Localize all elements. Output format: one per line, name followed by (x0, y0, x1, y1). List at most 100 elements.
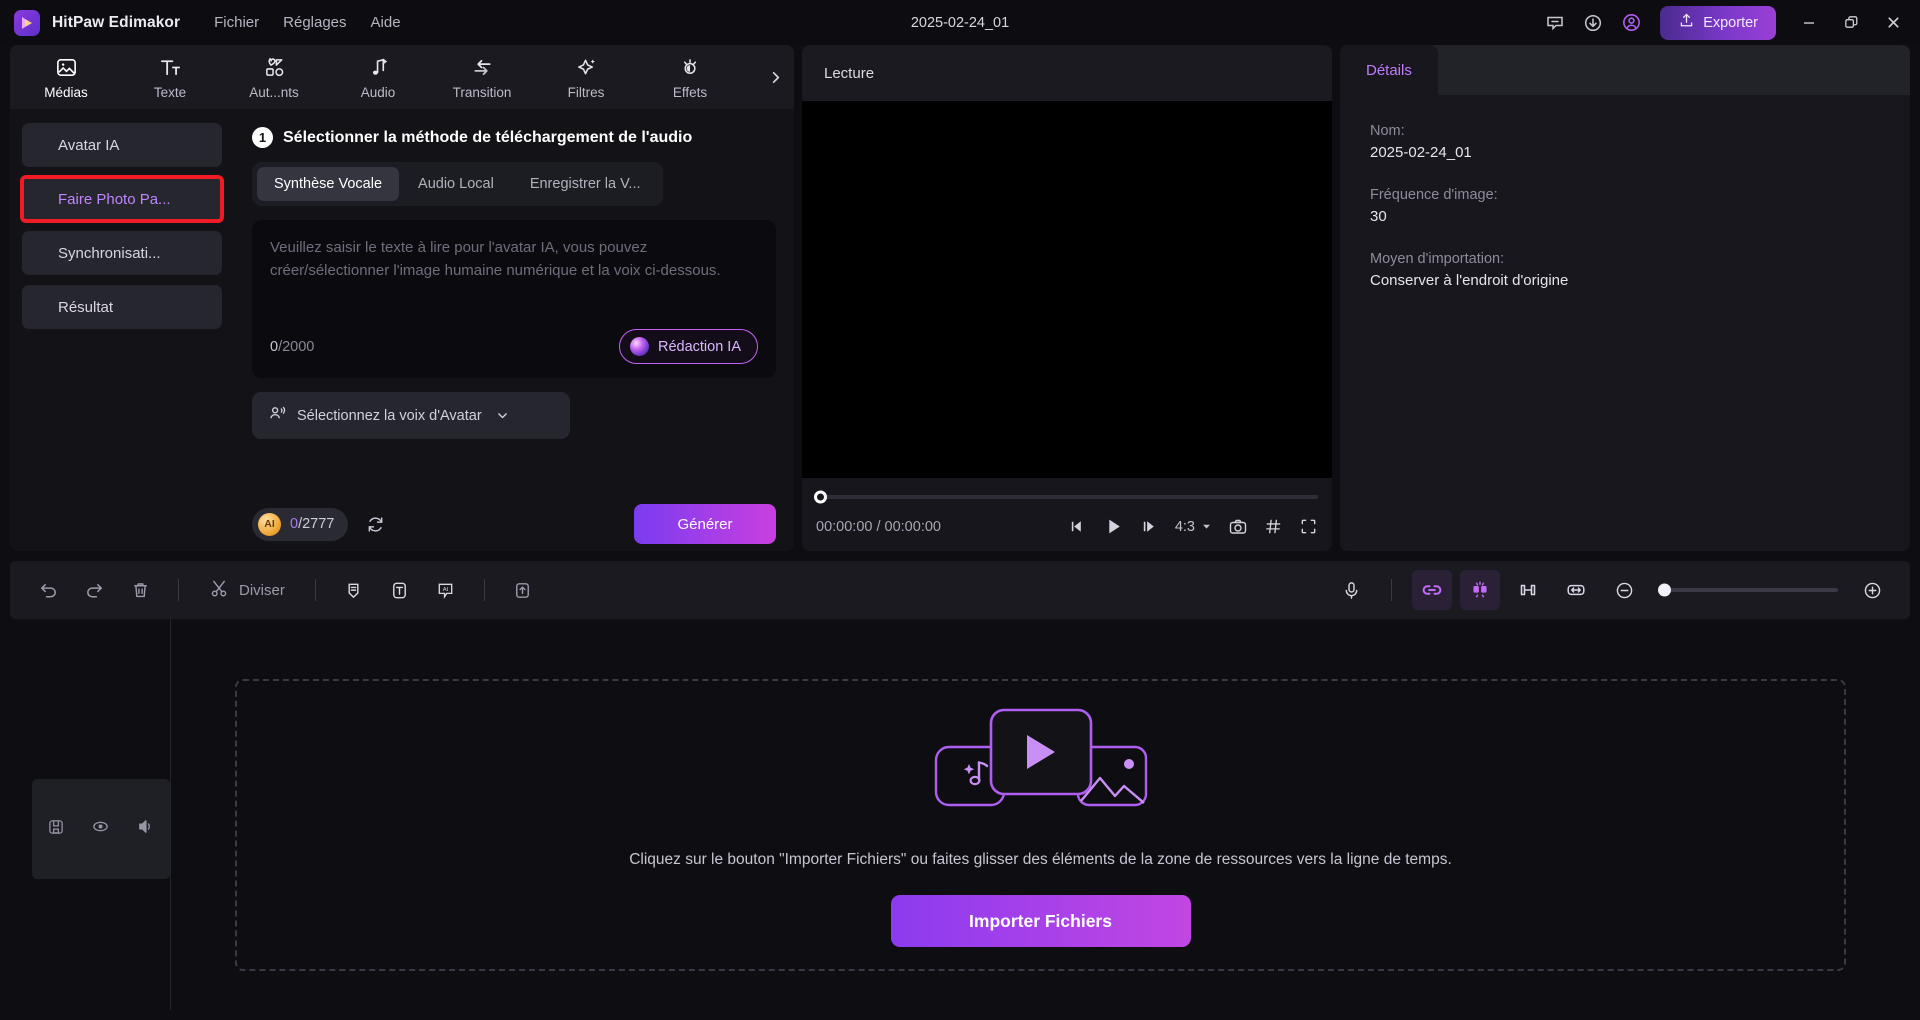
export-clip-icon[interactable] (503, 570, 543, 610)
tab-medias[interactable]: Médias (14, 47, 118, 107)
segment-enregistrer-voix[interactable]: Enregistrer la V... (513, 167, 658, 201)
microphone-icon[interactable] (1331, 570, 1371, 610)
detail-label-frequence: Fréquence d'image: (1370, 187, 1498, 203)
tab-filtres[interactable]: Filtres (534, 47, 638, 107)
zoom-slider-handle[interactable] (1658, 583, 1671, 597)
tab-audio[interactable]: Audio (326, 47, 430, 107)
detail-value-frequence: 30 (1370, 208, 1387, 225)
tab-label: Effets (672, 84, 708, 100)
eye-icon[interactable] (91, 817, 110, 841)
next-frame-icon[interactable] (1140, 517, 1159, 536)
link-clips-icon[interactable] (1412, 570, 1452, 610)
timeline-drop-area[interactable]: Cliquez sur le bouton "Importer Fichiers… (171, 619, 1910, 1010)
preview-controls: 00:00:00 / 00:00:00 4:3 (802, 478, 1332, 551)
tab-details[interactable]: Détails (1340, 45, 1438, 95)
tool-tabbar: Médias Texte Aut...nts Audio Transition … (10, 45, 794, 109)
timeline-area: Cliquez sur le bouton "Importer Fichiers… (10, 619, 1910, 1010)
grid-icon[interactable] (1264, 517, 1283, 536)
menu-fichier[interactable]: Fichier (202, 10, 271, 35)
character-count: 0 (270, 338, 279, 355)
download-icon[interactable] (1576, 6, 1610, 40)
ai-writing-label: Rédaction IA (657, 338, 741, 355)
tab-elements[interactable]: Aut...nts (222, 47, 326, 107)
aspect-ratio-value: 4:3 (1174, 518, 1195, 535)
track-header[interactable] (32, 779, 170, 879)
audio-icon (367, 55, 390, 81)
menu-reglages[interactable]: Réglages (271, 10, 358, 35)
sidebar-item-faire-photo-parler[interactable]: Faire Photo Pa... (20, 175, 224, 223)
title-bar: HitPaw Edimakor Fichier Réglages Aide 20… (0, 0, 1920, 45)
sidebar-item-synchronisation[interactable]: Synchronisati... (22, 231, 222, 275)
credits-chip: AI 0/2777 (252, 507, 349, 541)
elements-icon (263, 55, 286, 81)
filters-icon (575, 55, 598, 81)
ai-writing-button[interactable]: Rédaction IA (618, 329, 758, 364)
detail-label-importation: Moyen d'importation: (1370, 251, 1505, 267)
tab-label: Médias (44, 84, 88, 100)
redo-icon[interactable] (74, 570, 114, 610)
scrub-handle[interactable] (814, 490, 827, 504)
sidebar-item-resultat[interactable]: Résultat (22, 285, 222, 329)
video-canvas[interactable] (802, 101, 1332, 478)
import-dropzone[interactable]: Cliquez sur le bouton "Importer Fichiers… (235, 678, 1846, 971)
playhead-scrubber[interactable] (814, 488, 1318, 506)
speaker-icon[interactable] (136, 817, 155, 841)
character-counter: 0/2000 (270, 339, 314, 355)
segment-audio-local[interactable]: Audio Local (401, 167, 511, 201)
export-label: Exporter (1703, 14, 1758, 31)
media-placeholder-illustration (931, 702, 1151, 817)
split-button[interactable]: Diviser (197, 570, 297, 610)
minimize-button[interactable] (1790, 6, 1828, 40)
aspect-ratio-selector[interactable]: 4:3 (1175, 519, 1212, 535)
ai-caption-icon[interactable]: AI (426, 570, 466, 610)
fullscreen-icon[interactable] (1299, 517, 1318, 536)
tab-more-chevron-icon[interactable] (762, 57, 788, 97)
zoom-slider[interactable] (1658, 583, 1838, 597)
upper-area: Médias Texte Aut...nts Audio Transition … (0, 45, 1920, 551)
refresh-credits-icon[interactable] (362, 511, 388, 537)
text-box-icon[interactable] (380, 570, 420, 610)
close-button[interactable] (1874, 6, 1912, 40)
voice-selector-label: Sélectionnez la voix d'Avatar (297, 407, 482, 424)
play-icon[interactable] (1103, 516, 1124, 537)
tab-texte[interactable]: Texte (118, 47, 222, 107)
maximize-button[interactable] (1832, 6, 1870, 40)
voice-selector[interactable]: Sélectionnez la voix d'Avatar (252, 392, 570, 439)
scrub-track[interactable] (814, 490, 1318, 504)
avatar-config-panel: 1 Sélectionner la méthode de téléchargem… (234, 109, 794, 551)
delete-icon[interactable] (120, 570, 160, 610)
panels-row: Avatar IA Faire Photo Pa... Synchronisat… (10, 109, 794, 551)
zoom-in-icon[interactable] (1852, 570, 1892, 610)
media-icon (55, 55, 78, 81)
crop-icon[interactable] (1508, 570, 1548, 610)
fit-icon[interactable] (1556, 570, 1596, 610)
transition-icon (471, 55, 494, 81)
snapshot-icon[interactable] (1228, 517, 1248, 537)
segment-synthese-vocale[interactable]: Synthèse Vocale (257, 167, 400, 201)
export-button[interactable]: Exporter (1660, 5, 1776, 40)
marker-icon[interactable] (334, 570, 374, 610)
lock-icon[interactable] (47, 818, 65, 841)
zoom-out-icon[interactable] (1604, 570, 1644, 610)
sidebar-item-avatar-ia[interactable]: Avatar IA (22, 123, 222, 167)
detail-label-nom: Nom: (1370, 123, 1405, 139)
tab-label: Filtres (567, 84, 605, 100)
prev-frame-icon[interactable] (1068, 517, 1087, 536)
character-max: /2000 (278, 338, 315, 355)
toolbar-divider (314, 579, 316, 601)
magnet-icon[interactable] (1460, 570, 1500, 610)
script-textarea[interactable]: Veuillez saisir le texte à lire pour l'a… (252, 220, 776, 378)
tab-effets[interactable]: Effets (638, 47, 742, 107)
undo-icon[interactable] (28, 570, 68, 610)
generate-button[interactable]: Générer (634, 504, 776, 544)
import-files-button[interactable]: Importer Fichiers (890, 895, 1191, 947)
step-heading: 1 Sélectionner la méthode de téléchargem… (234, 109, 794, 162)
feedback-icon[interactable] (1538, 6, 1572, 40)
menu-aide[interactable]: Aide (359, 10, 413, 35)
tab-transition[interactable]: Transition (430, 47, 534, 107)
account-icon[interactable] (1614, 6, 1648, 40)
credits-count: 0 (290, 516, 299, 532)
time-display: 00:00:00 / 00:00:00 (816, 518, 941, 535)
step-number-badge: 1 (252, 127, 273, 148)
track-header-column (10, 619, 170, 1010)
